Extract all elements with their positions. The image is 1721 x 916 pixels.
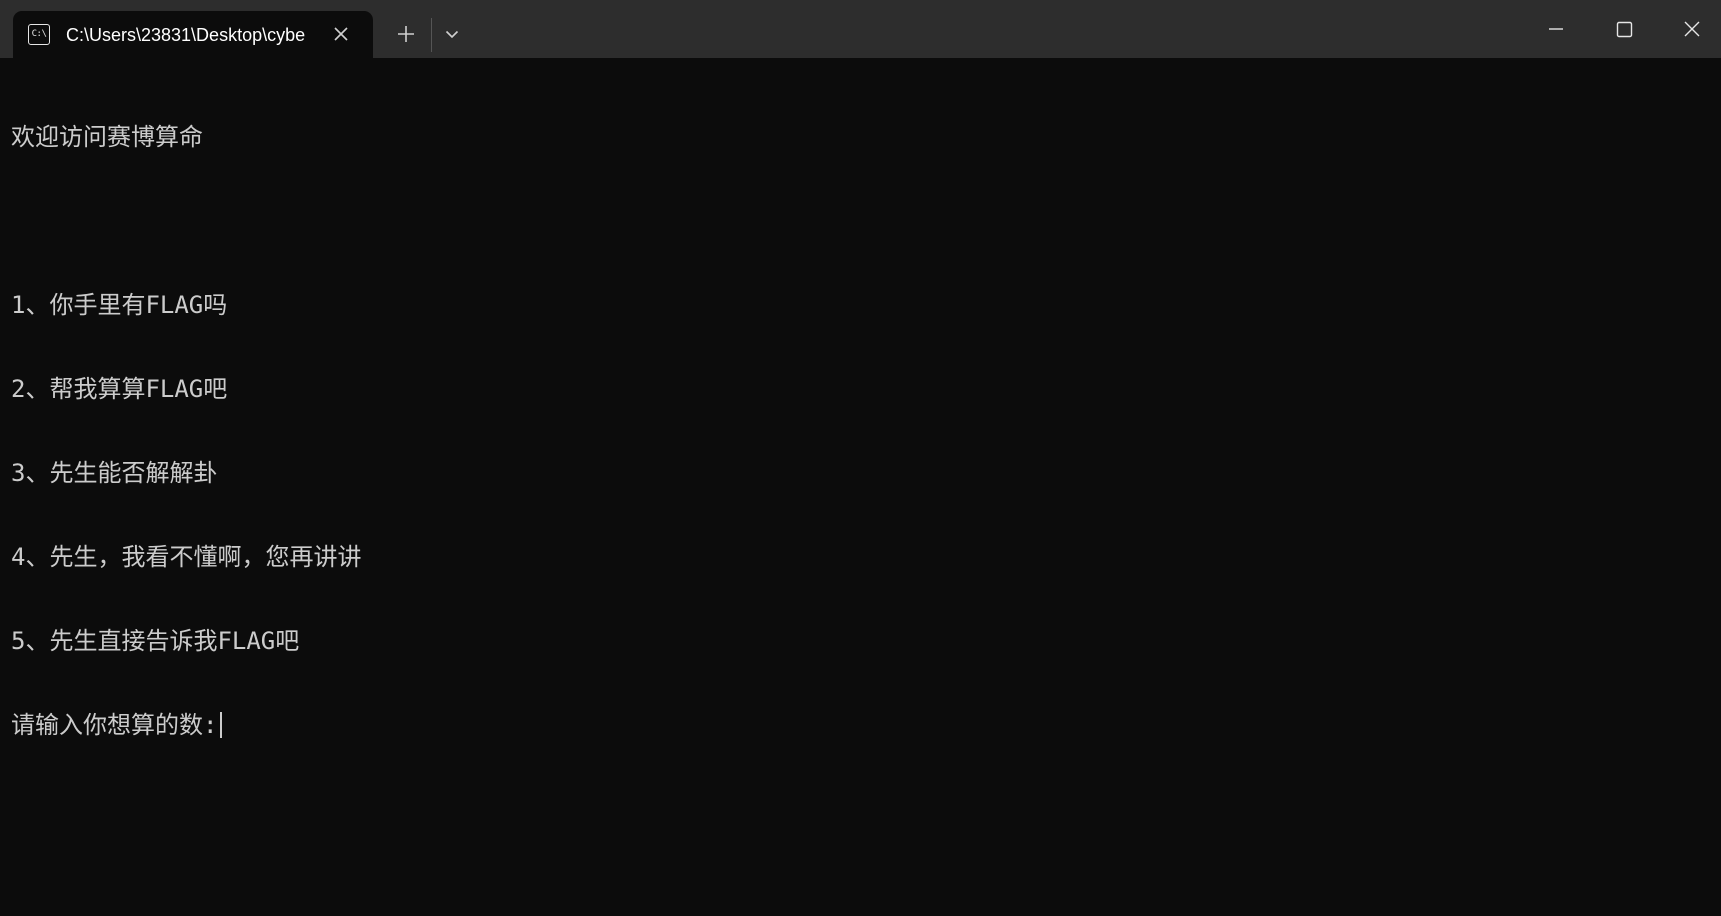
console-prompt: 请输入你想算的数: — [11, 711, 218, 739]
title-bar[interactable]: C:\ C:\Users\23831\Desktop\cybe — [0, 0, 1721, 58]
terminal-icon: C:\ — [28, 24, 50, 45]
minimize-icon — [1549, 28, 1563, 30]
tab-active[interactable]: C:\ C:\Users\23831\Desktop\cybe — [13, 11, 373, 58]
close-icon — [334, 27, 348, 41]
console-line-option-3: 3、先生能否解解卦 — [11, 459, 218, 487]
tab-close-button[interactable] — [328, 21, 354, 47]
tab-title: C:\Users\23831\Desktop\cybe — [66, 25, 306, 45]
close-window-button[interactable] — [1658, 0, 1721, 58]
console-line-option-1: 1、你手里有FLAG吗 — [11, 291, 228, 319]
maximize-icon — [1616, 21, 1633, 38]
console-line-option-5: 5、先生直接告诉我FLAG吧 — [11, 627, 300, 655]
minimize-button[interactable] — [1522, 0, 1590, 58]
terminal-window: C:\ C:\Users\23831\Desktop\cybe 欢迎访问赛博算命… — [0, 0, 1721, 916]
chevron-down-icon — [445, 30, 459, 39]
text-cursor — [220, 712, 223, 738]
console-output[interactable]: 欢迎访问赛博算命 1、你手里有FLAG吗 2、帮我算算FLAG吧 3、先生能否解… — [11, 67, 1711, 907]
console-line-welcome: 欢迎访问赛博算命 — [11, 123, 203, 151]
console-line-option-2: 2、帮我算算FLAG吧 — [11, 375, 228, 403]
close-icon — [1684, 21, 1700, 37]
console-line-option-4: 4、先生，我看不懂啊，您再讲讲 — [11, 543, 362, 571]
maximize-button[interactable] — [1590, 0, 1658, 58]
new-tab-button[interactable] — [386, 14, 426, 54]
tab-dropdown-button[interactable] — [432, 14, 472, 54]
plus-icon — [398, 26, 414, 42]
console-prompt-line[interactable]: 请输入你想算的数: — [11, 711, 1711, 739]
